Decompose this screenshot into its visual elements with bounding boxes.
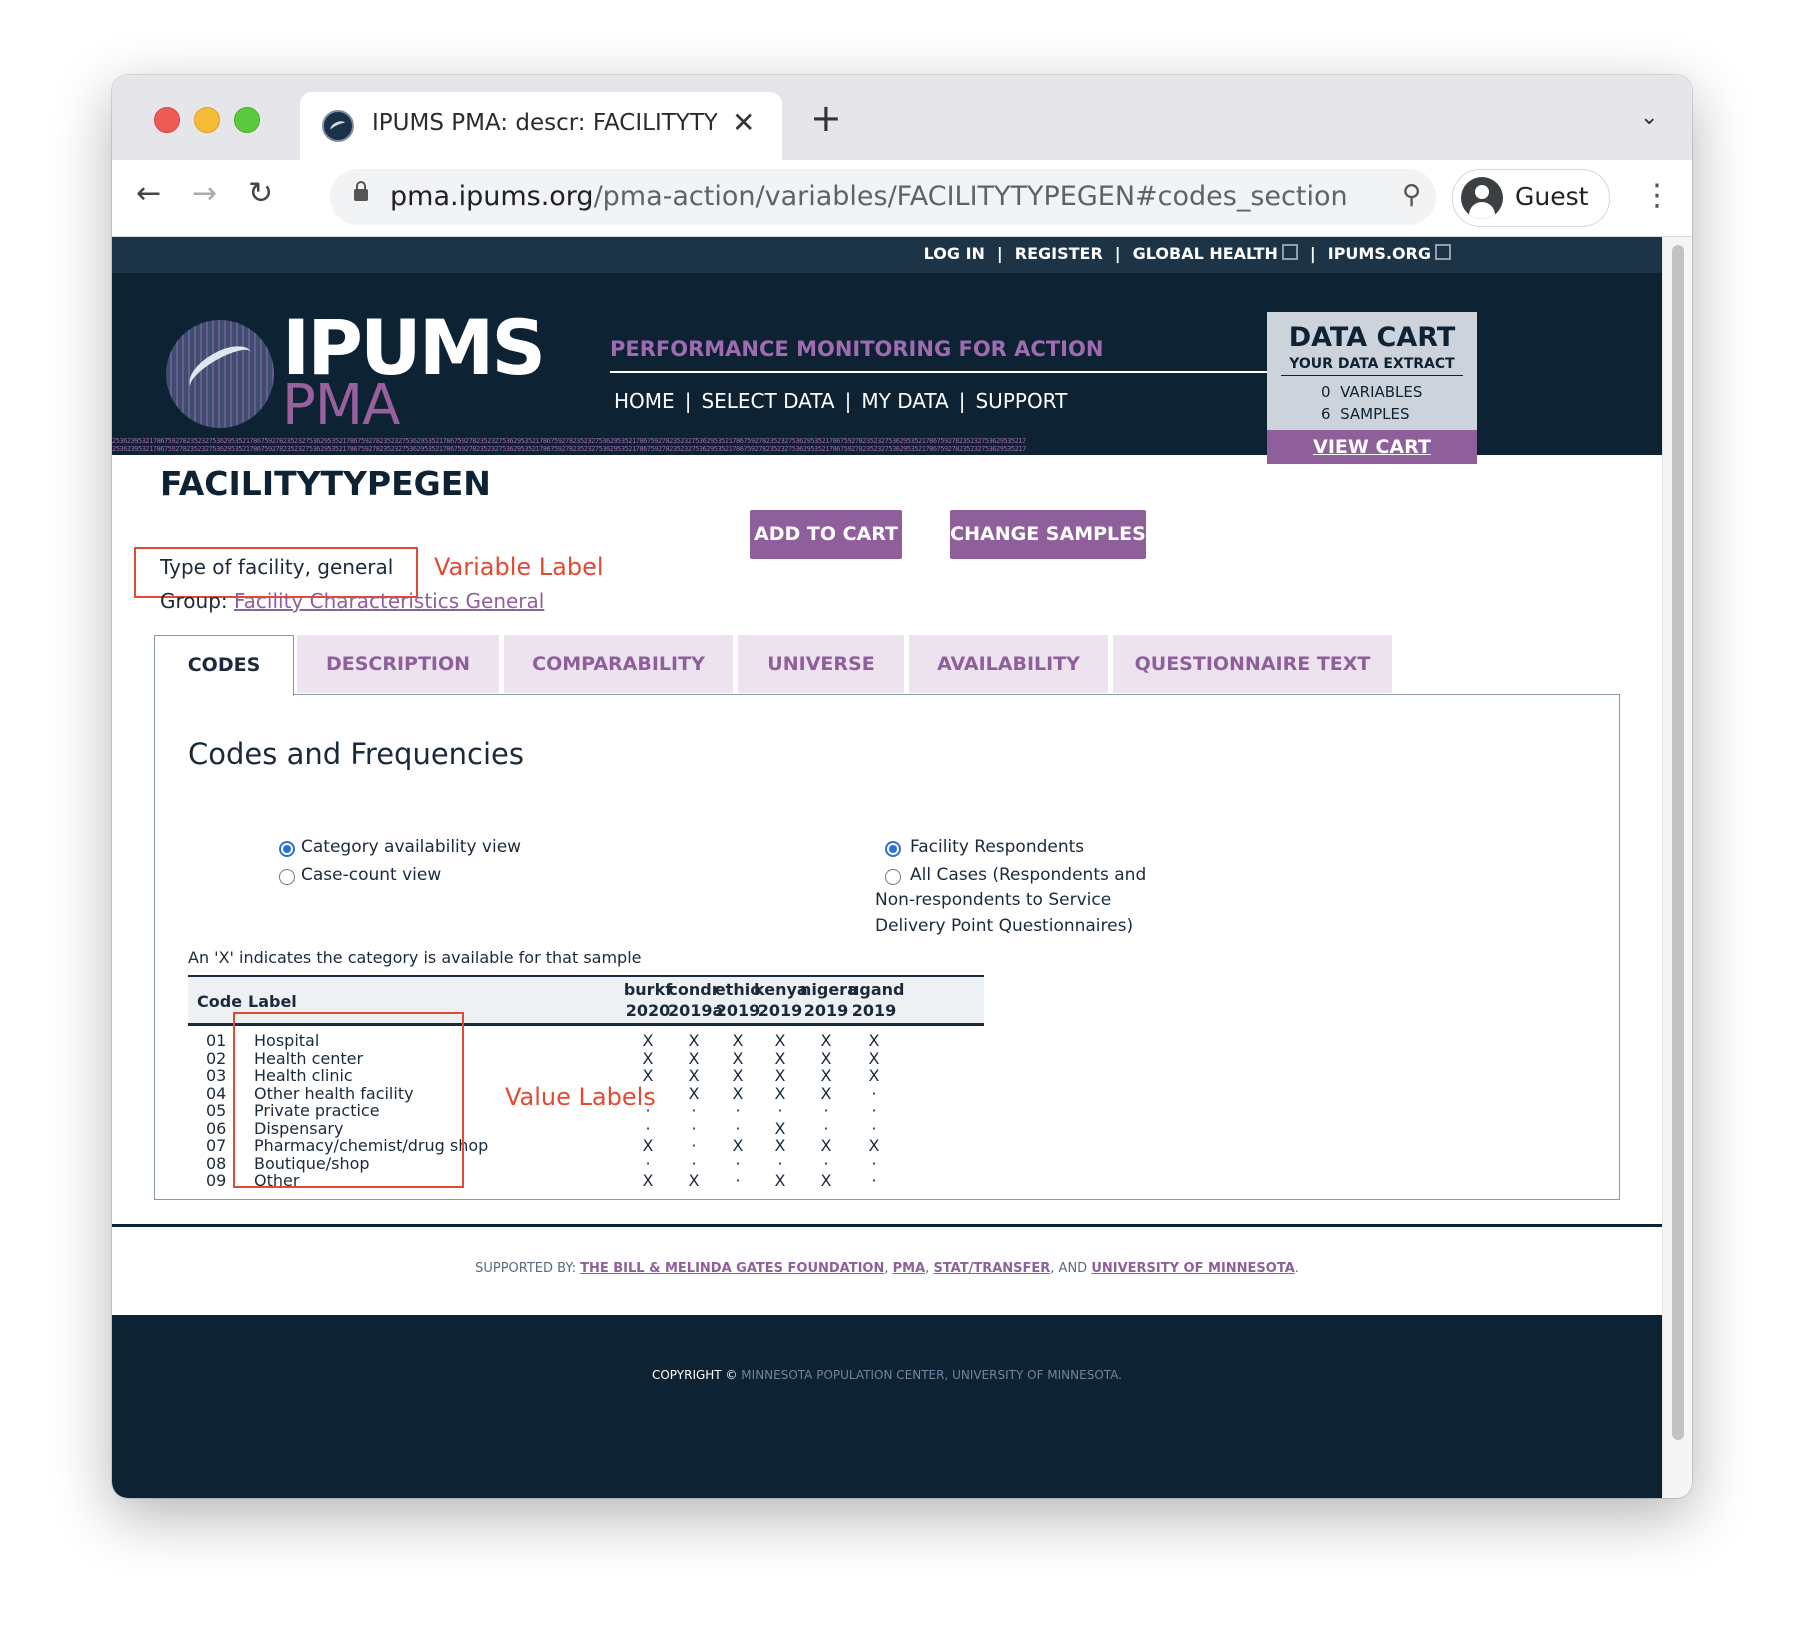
category-availability-label[interactable]: Category availability view (301, 834, 521, 860)
address-bar[interactable]: pma.ipums.org/pma-action/variables/FACIL… (330, 169, 1436, 225)
external-link-icon (1281, 244, 1298, 260)
main-nav: HOME | SELECT DATA | MY DATA | SUPPORT (614, 389, 1068, 413)
nav-my-data[interactable]: MY DATA (861, 389, 948, 413)
cart-samples-count: 6 SAMPLES (1321, 405, 1410, 423)
gates-foundation-link[interactable]: THE BILL & MELINDA GATES FOUNDATION (580, 1261, 884, 1276)
availability-note: An 'X' indicates the category is availab… (188, 948, 642, 967)
data-cart: DATA CART YOUR DATA EXTRACT 0 VARIABLES … (1267, 312, 1477, 464)
tab-availability[interactable]: AVAILABILITY (909, 635, 1108, 693)
col-header-code: Code (197, 992, 243, 1011)
all-cases-label[interactable]: All Cases (Respondents and (910, 862, 1146, 888)
page-scrollbar[interactable] (1662, 237, 1692, 1498)
col-header-sample: kenya 2019 (754, 980, 808, 1020)
pma-link[interactable]: PMA (893, 1261, 926, 1276)
all-cases-label-line3: Delivery Point Questionnaires) (875, 916, 1134, 936)
tab-questionnaire-text[interactable]: QUESTIONNAIRE TEXT (1113, 635, 1392, 693)
mpc-link[interactable]: MINNESOTA POPULATION CENTER, UNIVERSITY … (741, 1368, 1122, 1382)
external-link-icon (1435, 244, 1451, 260)
tab-title: IPUMS PMA: descr: FACILITYTYPEGEN (372, 110, 717, 136)
logo-pma-text[interactable]: PMA (282, 373, 400, 438)
url-text[interactable]: pma.ipums.org/pma-action/variables/FACIL… (390, 181, 1348, 212)
forward-arrow-icon[interactable]: → (192, 176, 217, 211)
scrollbar-thumb[interactable] (1672, 245, 1684, 1440)
close-window-button[interactable] (154, 107, 180, 133)
col-header-label: Label (248, 992, 297, 1011)
all-cases-label-line2: Non-respondents to Service (875, 890, 1112, 910)
tagline-divider (610, 371, 1306, 373)
codes-heading: Codes and Frequencies (188, 737, 525, 771)
nav-home[interactable]: HOME (614, 389, 675, 413)
profile-button[interactable]: Guest (1452, 169, 1610, 227)
global-health-link[interactable]: GLOBAL HEALTH (1133, 244, 1298, 263)
group-link[interactable]: Facility Characteristics General (234, 589, 544, 613)
back-arrow-icon[interactable]: ← (136, 176, 161, 211)
case-count-radio[interactable] (279, 869, 295, 885)
variable-label-annotation: Variable Label (434, 553, 604, 581)
variable-name: FACILITYTYPEGEN (160, 464, 491, 503)
availability-cell: X (774, 1171, 786, 1190)
utility-links: LOG IN | REGISTER | GLOBAL HEALTH | IPUMS.ORG (918, 243, 1457, 263)
change-samples-button[interactable]: CHANGE SAMPLES (950, 510, 1146, 559)
tab-close-icon[interactable]: ✕ (732, 106, 755, 139)
browser-toolbar: ← → ↻ pma.ipums.org/pma-action/variables… (112, 160, 1692, 237)
cart-title: DATA CART (1288, 322, 1456, 353)
facility-respondents-label[interactable]: Facility Respondents (910, 834, 1084, 860)
tab-codes[interactable]: CODES (154, 635, 294, 696)
maximize-window-button[interactable] (234, 107, 260, 133)
col-header-sample: burkf 2020 (623, 980, 673, 1020)
tab-search-chevron-icon[interactable]: ⌄ (1640, 105, 1658, 130)
ipums-favicon-icon (322, 110, 354, 142)
availability-cell: X (642, 1171, 654, 1190)
view-cart-button[interactable]: VIEW CART (1267, 430, 1477, 464)
minimize-window-button[interactable] (194, 107, 220, 133)
reload-icon[interactable]: ↻ (248, 176, 273, 211)
utility-bar: LOG IN | REGISTER | GLOBAL HEALTH | IPUMS.ORG (112, 237, 1662, 273)
university-of-minnesota-link[interactable]: UNIVERSITY OF MINNESOTA (1091, 1261, 1294, 1276)
cart-subtitle: YOUR DATA EXTRACT (1289, 356, 1455, 372)
tab-strip: IPUMS PMA: descr: FACILITYTYPEGEN ✕ + ⌄ (112, 75, 1692, 160)
site-footer (112, 1315, 1662, 1498)
zoom-icon[interactable]: ⚲ (1402, 180, 1421, 210)
all-cases-radio[interactable] (885, 869, 901, 885)
row-code: 09 (206, 1171, 227, 1190)
cart-variables-count: 0 VARIABLES (1321, 383, 1423, 401)
add-to-cart-button[interactable]: ADD TO CART (750, 510, 902, 559)
nav-support[interactable]: SUPPORT (975, 389, 1067, 413)
col-header-sample: nigera 2019 (800, 980, 858, 1020)
browser-window: IPUMS PMA: descr: FACILITYTYPEGEN ✕ + ⌄ … (112, 75, 1692, 1498)
register-link[interactable]: REGISTER (1015, 244, 1103, 263)
profile-label: Guest (1515, 182, 1589, 211)
ipums-org-link[interactable]: IPUMS.ORG (1328, 244, 1451, 263)
footer-divider (112, 1224, 1662, 1227)
login-link[interactable]: LOG IN (924, 244, 985, 263)
browser-menu-icon[interactable]: ⋮ (1642, 178, 1672, 213)
lock-icon (354, 181, 368, 201)
availability-cell: · (871, 1171, 877, 1190)
codes-panel: Codes and Frequencies Category availabil… (154, 694, 1620, 1200)
ipums-globe-logo-icon[interactable] (166, 320, 274, 428)
nav-select-data[interactable]: SELECT DATA (701, 389, 834, 413)
col-header-sample: ugand 2019 (848, 980, 905, 1020)
value-labels-annotation: Value Labels (505, 1083, 656, 1111)
variable-label: Type of facility, general (160, 555, 394, 579)
avatar-icon (1461, 177, 1503, 219)
category-availability-radio[interactable] (279, 841, 295, 857)
tab-description[interactable]: DESCRIPTION (297, 635, 499, 693)
new-tab-button[interactable]: + (810, 99, 842, 137)
case-count-label[interactable]: Case-count view (301, 862, 441, 888)
stat-transfer-link[interactable]: STAT/TRANSFER (933, 1261, 1050, 1276)
browser-tab-active[interactable]: IPUMS PMA: descr: FACILITYTYPEGEN ✕ (300, 92, 782, 160)
facility-respondents-radio[interactable] (885, 841, 901, 857)
value-labels-annotation-box (233, 1012, 464, 1188)
availability-cell: X (820, 1171, 832, 1190)
site-tagline: PERFORMANCE MONITORING FOR ACTION (610, 337, 1104, 361)
supported-by: SUPPORTED BY: THE BILL & MELINDA GATES F… (475, 1261, 1299, 1276)
tab-comparability[interactable]: COMPARABILITY (504, 635, 733, 693)
copyright: COPYRIGHT © MINNESOTA POPULATION CENTER,… (651, 1368, 1122, 1382)
cart-divider (1281, 375, 1463, 376)
tab-universe[interactable]: UNIVERSE (738, 635, 904, 693)
web-page: LOG IN | REGISTER | GLOBAL HEALTH | IPUMS.ORG … (112, 237, 1662, 1498)
variable-group: Group: Facility Characteristics General (160, 589, 545, 613)
